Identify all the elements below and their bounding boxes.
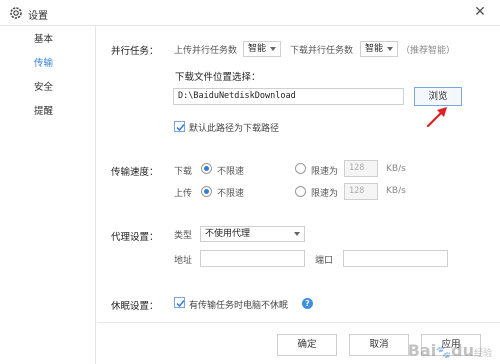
sidebar-item-transfer[interactable]: 传输 — [0, 52, 96, 76]
sidebar-item-security[interactable]: 安全 — [0, 76, 96, 100]
red-arrow-icon — [426, 107, 447, 128]
upload-unlimited-radio[interactable] — [201, 186, 212, 197]
download-parallel-dropdown[interactable]: 智能 — [360, 41, 398, 57]
proxy-port-label: 端口 — [315, 256, 334, 266]
checkmark-icon — [176, 300, 185, 308]
download-unlimited-radio[interactable] — [201, 163, 212, 174]
speed-section-label: 传输速度： — [111, 167, 159, 178]
window-title: 设置 — [28, 11, 48, 22]
sidebar-item-basic[interactable]: 基本 — [0, 28, 96, 52]
upload-parallel-label: 上传并行任务数 — [174, 46, 238, 56]
download-parallel-value: 智能 — [365, 44, 384, 54]
upload-limit-input[interactable]: 128 — [344, 183, 378, 200]
checkmark-icon — [176, 124, 185, 132]
upload-limit-unit: KB/s — [386, 186, 406, 196]
chevron-down-icon — [270, 47, 276, 51]
download-location-label: 下载文件位置选择： — [175, 72, 261, 83]
paw-icon: 🐾 — [436, 345, 452, 359]
watermark-text: 经验 — [473, 349, 492, 359]
upload-limit-label: 限速为 — [311, 189, 339, 199]
proxy-type-dropdown[interactable]: 不使用代理 — [200, 226, 305, 242]
download-parallel-label: 下载并行任务数 — [290, 46, 354, 56]
chevron-down-icon — [387, 47, 393, 51]
download-unlimited-label: 不限速 — [217, 167, 245, 177]
proxy-address-label: 地址 — [174, 256, 193, 266]
help-icon[interactable]: ? — [302, 298, 313, 309]
proxy-type-value: 不使用代理 — [205, 229, 251, 239]
watermark-brand: Bai — [407, 341, 437, 360]
download-path-field[interactable]: D:\BaiduNetdiskDownload — [173, 88, 404, 105]
download-speed-label: 下载 — [174, 167, 193, 177]
title-bar: 设置 ✕ — [0, 0, 500, 26]
close-button[interactable]: ✕ — [472, 4, 488, 20]
gear-icon — [9, 6, 23, 20]
upload-limit-radio[interactable] — [295, 186, 306, 197]
no-sleep-checkbox[interactable] — [174, 297, 185, 308]
main-panel: 并行任务： 上传并行任务数 智能 下载并行任务数 智能 （推荐智能） 下载文件位… — [97, 26, 500, 364]
upload-speed-label: 上传 — [174, 189, 193, 199]
sleep-section-label: 休眠设置： — [111, 301, 159, 312]
default-path-label: 默认此路径为下载路径 — [189, 124, 280, 134]
download-limit-input[interactable]: 128 — [344, 160, 378, 177]
cancel-button[interactable]: 取消 — [349, 334, 409, 356]
browse-button[interactable]: 浏览 — [414, 87, 462, 106]
upload-parallel-dropdown[interactable]: 智能 — [243, 41, 281, 57]
chevron-down-icon — [294, 232, 300, 236]
proxy-port-input[interactable] — [343, 250, 448, 267]
parallel-section-label: 并行任务： — [111, 46, 159, 57]
sidebar: 基本 传输 安全 提醒 — [0, 26, 96, 364]
baidu-watermark: Bai🐾du经验 — [408, 341, 492, 360]
upload-unlimited-label: 不限速 — [217, 189, 245, 199]
default-path-checkbox[interactable] — [174, 121, 185, 132]
upload-parallel-value: 智能 — [248, 44, 267, 54]
no-sleep-label: 有传输任务时电脑不休眠 — [189, 301, 289, 311]
download-limit-radio[interactable] — [295, 163, 306, 174]
watermark-brand-suffix: du — [451, 341, 474, 360]
download-limit-label: 限速为 — [311, 167, 339, 177]
ok-button[interactable]: 确定 — [277, 334, 337, 356]
proxy-type-label: 类型 — [174, 231, 193, 241]
parallel-hint: （推荐智能） — [401, 46, 456, 56]
proxy-address-input[interactable] — [200, 250, 305, 267]
sidebar-item-reminder[interactable]: 提醒 — [0, 100, 96, 124]
download-limit-unit: KB/s — [386, 164, 406, 174]
proxy-section-label: 代理设置： — [111, 232, 159, 243]
